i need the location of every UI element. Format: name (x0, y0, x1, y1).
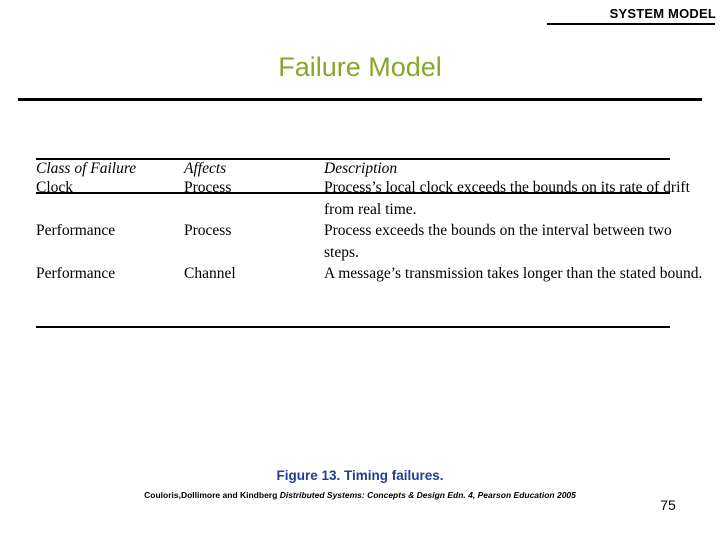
header-underline (547, 23, 715, 25)
failure-table-container: Class of Failure Affects Description Clo… (36, 160, 708, 285)
column-header-description: Description (324, 160, 398, 177)
table-row: Performance Channel A message’s transmis… (36, 263, 708, 285)
failure-table: Class of Failure Affects Description Clo… (36, 160, 708, 285)
page-title: Failure Model (278, 52, 442, 82)
credit-edition: Edn. 4 (447, 490, 473, 500)
column-header-class-of-failure: Class of Failure (36, 160, 137, 177)
credit-publisher: , Pearson Education 2005 (472, 490, 576, 500)
cell-class-of-failure: Clock (36, 179, 74, 196)
table-row: Clock Process Process’s local clock exce… (36, 177, 708, 220)
cell-class-of-failure: Performance (36, 265, 116, 282)
slide: SYSTEM MODEL Failure Model Class of Fail… (0, 0, 720, 540)
cell-class-of-failure: Performance (36, 222, 116, 239)
table-bottom-rule (36, 326, 670, 328)
column-header-affects: Affects (184, 160, 227, 177)
table-row: Performance Process Process exceeds the … (36, 220, 708, 263)
page-number: 75 (660, 497, 676, 513)
cell-affects: Process (184, 179, 232, 196)
figure-caption: Figure 13. Timing failures. (276, 468, 444, 483)
cell-affects: Channel (184, 265, 236, 282)
cell-description: Process exceeds the bounds on the interv… (324, 222, 672, 261)
cell-description: Process’s local clock exceeds the bounds… (324, 179, 690, 218)
table-header-row: Class of Failure Affects Description (36, 160, 708, 177)
credit-book-title: Distributed Systems: Concepts & Design (279, 490, 445, 500)
cell-affects: Process (184, 222, 232, 239)
slide-header-title: SYSTEM MODEL (609, 6, 716, 21)
title-divider (18, 98, 702, 101)
figure-credit: Couloris,Dollimore and Kindberg Distribu… (0, 490, 720, 500)
cell-description: A message’s transmission takes longer th… (324, 265, 703, 282)
credit-authors: Couloris,Dollimore and Kindberg (144, 490, 278, 500)
